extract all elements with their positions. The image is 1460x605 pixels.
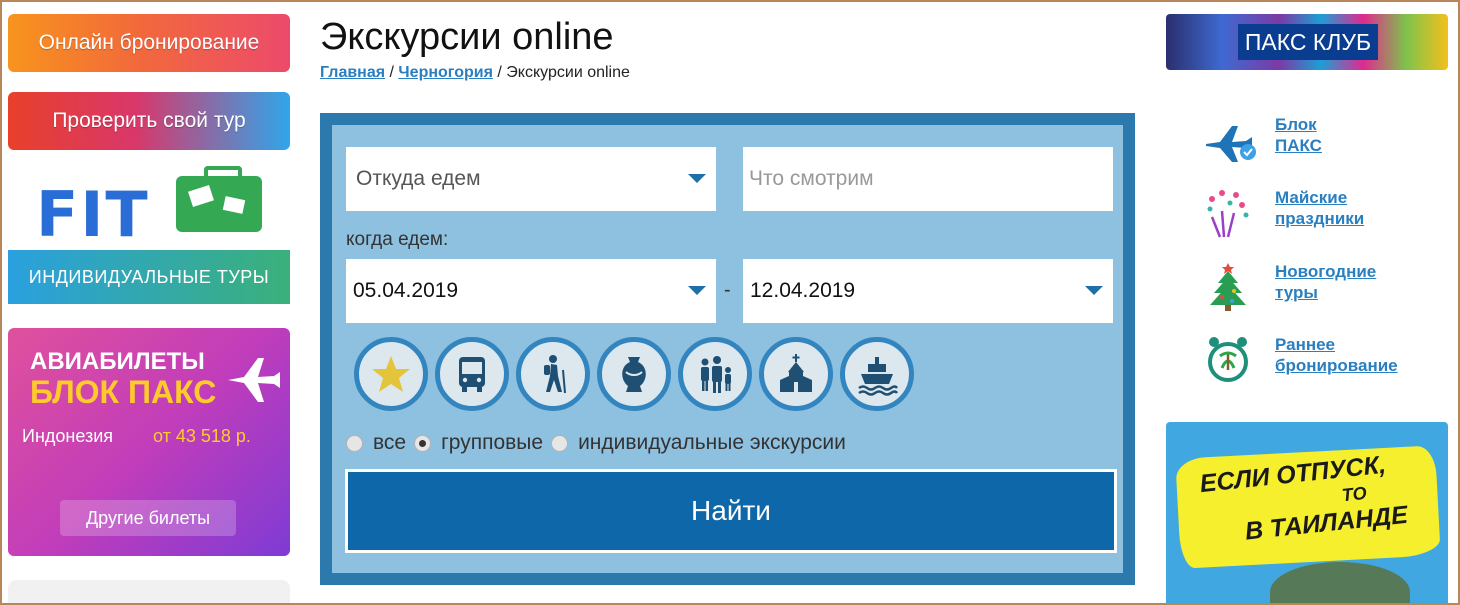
amphora-icon [622,357,646,392]
paks-club-label: ПАКС КЛУБ [1238,24,1378,60]
excursion-search-form: Откуда едем Что смотрим когда едем: 05.0… [320,113,1135,585]
side-link-new-year-tours[interactable]: Новогодние туры [1202,261,1442,311]
bus-icon [459,357,485,392]
christmas-tree-icon [1210,263,1246,311]
online-booking-button[interactable]: Онлайн бронирование [8,14,290,72]
chevron-down-icon [688,174,706,183]
avia-subtitle: БЛОК ПАКС [30,374,217,410]
side-link-line: Майские [1275,188,1348,207]
category-church-button[interactable] [759,337,833,411]
side-link-may-holidays[interactable]: Майские праздники [1202,187,1442,238]
avia-tickets-banner[interactable]: АВИАБИЛЕТЫ БЛОК ПАКС Индонезия от 43 518… [8,328,290,556]
side-link-line: Раннее [1275,335,1336,354]
fit-individual-tours-banner[interactable]: FIT ИНДИВИДУАЛЬНЫЕ ТУРЫ [8,166,290,304]
breadcrumb-home-link[interactable]: Главная [320,64,385,81]
category-star-button[interactable] [354,337,428,411]
category-hiking-button[interactable] [516,337,590,411]
side-link-line: праздники [1275,209,1365,228]
breadcrumb-country-link[interactable]: Черногория [398,64,493,81]
airplane-icon [1206,126,1256,162]
right-sidebar: ПАКС КЛУБ Блок ПАКС Майские праздники Но… [1166,14,1448,605]
date-separator: - [724,279,731,301]
hiker-icon [544,355,566,394]
when-label: когда едем: [346,229,449,250]
chevron-down-icon [1085,286,1103,295]
check-tour-button[interactable]: Проверить свой тур [8,92,290,150]
date-from-value: 05.04.2019 [353,279,459,302]
side-link-early-booking[interactable]: Раннее бронирование [1202,334,1442,384]
thailand-banner[interactable]: ЕСЛИ ОТПУСК, ТО В ТАИЛАНДЕ [1166,422,1448,605]
date-to-select[interactable]: 12.04.2019 [743,259,1113,323]
church-icon [780,354,812,392]
paks-club-banner[interactable]: ПАКС КЛУБ [1166,14,1448,70]
side-link-line: ПАКС [1275,136,1322,155]
what-to-see-input[interactable]: Что смотрим [743,147,1113,211]
left-sidebar: Онлайн бронирование Проверить свой тур F… [8,14,290,605]
side-link-line: Блок [1275,115,1317,134]
breadcrumb-separator: / [385,64,399,81]
category-family-button[interactable] [678,337,752,411]
alarm-clock-icon [1208,337,1248,382]
fit-logo-text: FIT [36,178,150,251]
family-icon [701,356,731,393]
side-link-line: бронирование [1275,356,1398,375]
other-tickets-button[interactable]: Другие билеты [60,500,236,536]
date-to-value: 12.04.2019 [750,279,856,302]
radio-all[interactable] [346,434,363,452]
avia-title: АВИАБИЛЕТЫ [30,348,205,375]
avia-price: от 43 518 р. [153,426,251,446]
fireworks-icon [1207,190,1249,238]
date-from-select[interactable]: 05.04.2019 [346,259,716,323]
avia-country: Индонезия [22,426,114,446]
rock-island-image [1270,562,1410,605]
page-title: Экскурсии online [320,16,614,58]
side-link-line: Новогодние [1275,262,1377,281]
radio-all-label: все [373,431,407,454]
category-history-button[interactable] [597,337,671,411]
radio-group-label: групповые [441,431,544,454]
what-to-see-placeholder: Что смотрим [749,167,874,190]
gray-card [8,580,290,605]
ship-icon [858,357,899,396]
radio-individual-label: индивидуальные экскурсии [578,431,846,454]
from-select[interactable]: Откуда едем [346,147,716,211]
radio-individual[interactable] [551,434,569,452]
breadcrumb-separator: / [492,64,507,81]
from-select-placeholder: Откуда едем [356,167,481,190]
airplane-icon [228,358,280,402]
breadcrumb-current: Экскурсии online [506,64,630,81]
find-button[interactable]: Найти [345,469,1117,553]
side-link-line: туры [1275,283,1318,302]
excursion-type-radios: все групповые индивидуальные экскурсии [346,431,854,455]
main-content: Экскурсии online Главная / Черногория / … [320,14,1135,585]
category-bus-button[interactable] [435,337,509,411]
star-icon [372,356,410,392]
breadcrumb: Главная / Черногория / Экскурсии online [320,64,1135,82]
fit-subtitle: ИНДИВИДУАЛЬНЫЕ ТУРЫ [8,250,290,304]
side-link-blok-paks[interactable]: Блок ПАКС [1202,114,1442,164]
category-cruise-button[interactable] [840,337,914,411]
suitcase-icon [176,166,262,232]
chevron-down-icon [688,286,706,295]
radio-group[interactable] [414,434,432,452]
